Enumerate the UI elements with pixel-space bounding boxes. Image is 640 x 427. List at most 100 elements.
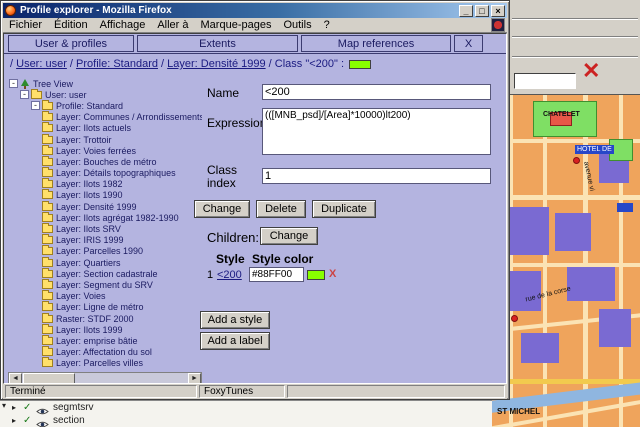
expression-input[interactable] [262,108,491,155]
tree-node-layer-17[interactable]: Layer: Ligne de métro [8,301,202,313]
tree-node-layer-20[interactable]: Layer: emprise bâtie [8,334,202,346]
name-input[interactable] [262,84,491,100]
tree-node-layer-6[interactable]: Layer: Ilots 1982 [8,178,202,190]
style-color-swatch[interactable] [307,270,325,280]
layer-row-0[interactable]: ▸ ✓ segmtsrv [12,401,492,415]
titlebar[interactable]: Profile explorer - Mozilla Firefox _ □ × [3,3,507,18]
tree-label: Layer: Bouches de métro [56,156,157,167]
add-label-button[interactable]: Add a label [200,332,270,350]
foxytunes-badge[interactable]: FoxyTunes [199,385,285,398]
folder-icon [31,88,42,99]
folder-icon [42,133,53,144]
tab-3[interactable]: X [454,35,483,52]
map-view[interactable]: HOTEL DE CHATELET avenue vi rue de la co… [490,94,640,427]
folder-icon [42,178,53,189]
dropdown-arrow-icon[interactable]: ▾ [2,401,6,410]
tree-node-layer-18[interactable]: Raster: STDF 2000 [8,312,202,324]
tree-node-layer-8[interactable]: Layer: Densité 1999 [8,200,202,212]
tab-underline [4,53,506,54]
expander-icon[interactable]: - [9,79,18,89]
expand-arrow-icon[interactable]: ▸ [12,416,20,425]
tree-node-layer-0[interactable]: Layer: Communes / Arrondissements [8,111,202,123]
tree-node-layer-13[interactable]: Layer: Quartiers [8,256,202,268]
menu-item-6[interactable]: ? [318,19,336,31]
map-street [543,95,547,427]
scroll-left-button[interactable]: ◄ [9,373,22,383]
tab-2[interactable]: Map references [301,35,451,52]
bottom-layer-list: ▸ ✓ segmtsrv ▸ ✓ section [12,401,492,427]
minimize-button[interactable]: _ [459,4,473,17]
tree-label: Layer: Section cadastrale [56,268,158,279]
maximize-button[interactable]: □ [475,4,489,17]
map-road [491,379,640,384]
scroll-right-button[interactable]: ► [188,373,201,383]
eye-icon[interactable] [36,416,50,427]
expander-icon[interactable]: - [31,101,40,111]
tree-node-layer-14[interactable]: Layer: Section cadastrale [8,267,202,279]
map-metro-icon [511,315,518,322]
layer-row-1[interactable]: ▸ ✓ section [12,414,492,427]
tree-label: Layer: IRIS 1999 [56,235,124,246]
tree-node-profile[interactable]: - Profile: Standard [8,99,202,111]
menu-item-2[interactable]: Affichage [94,19,152,31]
add-style-button[interactable]: Add a style [200,311,270,329]
eye-icon[interactable] [36,403,50,415]
tree-node-layer-21[interactable]: Layer: Affectation du sol [8,346,202,358]
tree-hscrollbar[interactable]: ◄ ► [8,372,202,383]
tree-node-layer-5[interactable]: Layer: Détails topographiques [8,167,202,179]
menu-item-5[interactable]: Outils [277,19,317,31]
expander-icon[interactable]: - [20,90,29,100]
style-name-link[interactable]: <200 [217,269,242,281]
children-change-button[interactable]: Change [260,227,318,245]
menu-item-3[interactable]: Aller à [151,19,194,31]
page-content: User & profiles Extents Map references X / … [3,33,507,384]
tree-node-layer-16[interactable]: Layer: Voies [8,290,202,302]
tree-node-layer-22[interactable]: Layer: Parcelles villes [8,357,202,369]
tree-label: Layer: Ilots 1990 [56,190,123,201]
duplicate-button[interactable]: Duplicate [312,200,376,218]
change-button[interactable]: Change [194,200,250,218]
tree-label: Layer: Ilots SRV [56,224,121,235]
delete-button[interactable]: Delete [256,200,306,218]
menu-item-1[interactable]: Édition [48,19,94,31]
expand-arrow-icon[interactable]: ▸ [12,403,20,412]
style-color-header: Style color [252,252,314,266]
tree-node-layer-4[interactable]: Layer: Bouches de métro [8,155,202,167]
scroll-thumb[interactable] [23,373,75,383]
folder-icon [42,346,53,357]
tree-node-layer-10[interactable]: Layer: Ilots SRV [8,223,202,234]
style-remove-link[interactable]: X [329,268,336,280]
map-block [599,309,631,347]
tree-label: Layer: Segment du SRV [56,279,153,290]
tab-0[interactable]: User & profiles [8,35,134,52]
tree-root[interactable]: - Tree View [8,78,202,89]
layer-name: section [53,415,85,426]
map-label-chatelet: CHATELET [543,111,580,118]
tab-1[interactable]: Extents [137,35,298,52]
style-color-value[interactable]: #88FF00 [249,267,304,282]
tree-node-layer-12[interactable]: Layer: Parcelles 1990 [8,245,202,257]
close-button[interactable]: × [491,4,505,17]
tree-node-layer-11[interactable]: Layer: IRIS 1999 [8,234,202,246]
status-text: Terminé [5,385,197,398]
menu-item-0[interactable]: Fichier [3,19,48,31]
folder-icon [42,323,53,334]
tree-node-user[interactable]: - User: user [8,88,202,100]
breadcrumb-link-0[interactable]: User: user [16,58,67,70]
tree-node-layer-1[interactable]: Layer: Ilots actuels [8,122,202,134]
bg-red-x-icon[interactable]: ✕ [582,60,600,82]
breadcrumb-link-2[interactable]: Layer: Densité 1999 [167,58,265,70]
class-index-input[interactable] [262,168,491,184]
tree-label: Layer: Densité 1999 [56,201,137,212]
tree-node-layer-2[interactable]: Layer: Trottoir [8,133,202,145]
tree-node-layer-7[interactable]: Layer: Ilots 1990 [8,189,202,201]
menu-item-4[interactable]: Marque-pages [195,19,278,31]
tree-label: Layer: emprise bâtie [56,335,138,346]
breadcrumb-link-1[interactable]: Profile: Standard [76,58,158,70]
tree-node-layer-9[interactable]: Layer: Ilots agrégat 1982-1990 [8,211,202,223]
bg-text-field[interactable] [514,73,576,89]
tree-node-layer-3[interactable]: Layer: Voies ferrées [8,144,202,156]
tree-node-layer-19[interactable]: Layer: Ilots 1999 [8,323,202,335]
mozilla-logo-icon[interactable] [491,18,505,32]
tree-node-layer-15[interactable]: Layer: Segment du SRV [8,278,202,290]
